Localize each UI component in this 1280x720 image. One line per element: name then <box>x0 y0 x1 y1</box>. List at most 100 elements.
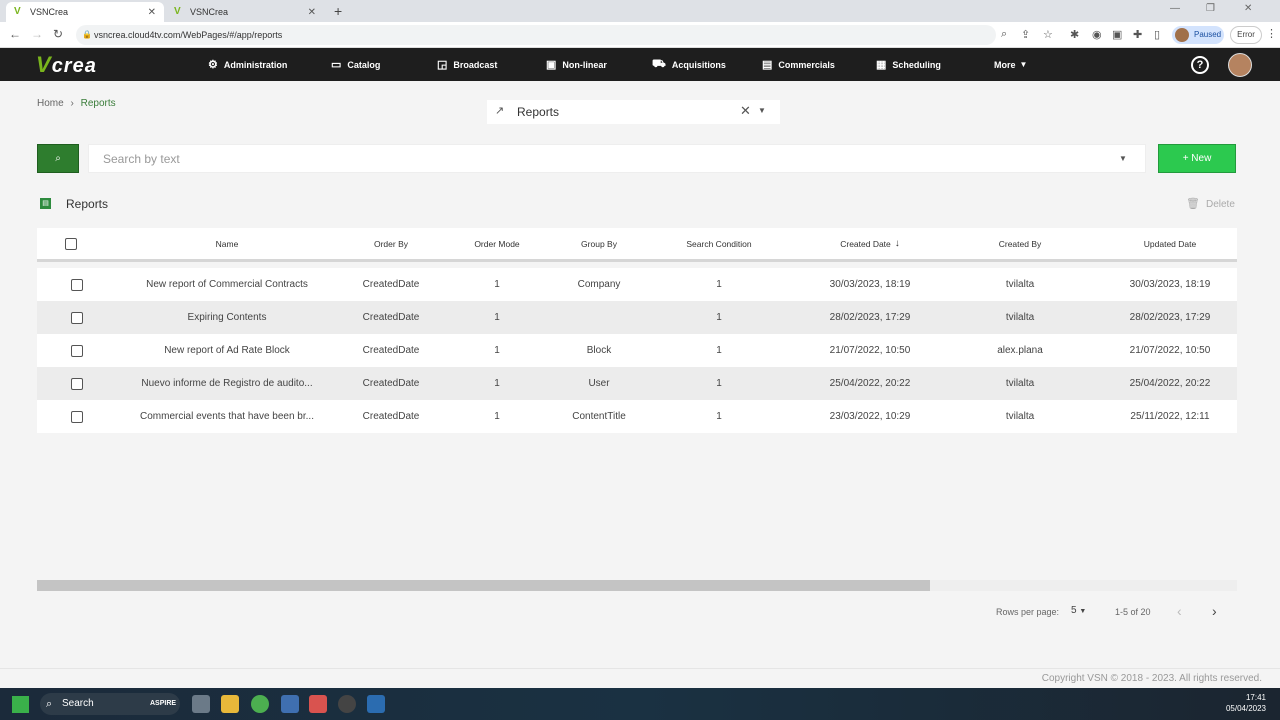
bookmark-star-icon[interactable]: ☆ <box>1043 28 1053 41</box>
table-row[interactable]: Expiring Contents CreatedDate 1 1 28/02/2023… <box>37 301 1237 334</box>
row-checkbox[interactable] <box>71 311 83 324</box>
forward-icon[interactable]: → <box>31 27 43 41</box>
taskbar-search[interactable]: ⌕ Search ASPIRE <box>40 693 180 715</box>
row-checkbox[interactable] <box>71 344 83 357</box>
nav-more[interactable]: More ▼ <box>994 48 1027 81</box>
column-header-order-by[interactable]: Order By <box>337 228 445 259</box>
column-header-created-by[interactable]: Created By <box>960 228 1080 259</box>
browser-tab[interactable]: V VSNCrea ✕ <box>166 2 324 22</box>
nav-broadcast[interactable]: ◲ Broadcast <box>437 48 497 81</box>
column-header-order-mode[interactable]: Order Mode <box>447 228 547 259</box>
side-panel-icon[interactable]: ▯ <box>1154 28 1160 41</box>
zoom-icon[interactable]: ⌕ <box>1001 28 1007 41</box>
clear-icon[interactable]: ✕ <box>740 103 751 119</box>
breadcrumb-home[interactable]: Home <box>37 98 64 109</box>
puzzle-icon[interactable]: ✚ <box>1133 28 1142 41</box>
browser-tab-active[interactable]: V VSNCrea ✕ <box>6 2 164 22</box>
cell-group-by: User <box>588 378 610 389</box>
search-input[interactable] <box>103 152 1003 166</box>
cell-group-by <box>549 301 649 334</box>
nav-label: Administration <box>223 59 288 70</box>
new-button[interactable]: + New <box>1158 144 1236 173</box>
rows-per-page-label: Rows per page: <box>996 607 1060 617</box>
help-icon[interactable]: ? <box>1191 56 1209 74</box>
nav-acquisitions[interactable]: ⛟ Acquisitions <box>652 48 726 81</box>
row-checkbox[interactable] <box>71 410 83 423</box>
taskbar-clock[interactable]: 17:41 05/04/2023 <box>1216 692 1266 714</box>
cell-created-by: tvilalta <box>1005 411 1035 422</box>
menu-kebab-icon[interactable]: ⋮ <box>1266 27 1277 40</box>
start-icon[interactable] <box>12 696 29 713</box>
search-button[interactable]: ⌕ <box>37 144 79 173</box>
nav-catalog[interactable]: ▭ Catalog <box>331 48 380 81</box>
row-checkbox[interactable] <box>71 278 83 291</box>
calendar-icon: ▦ <box>876 59 887 71</box>
table-row[interactable]: New report of Ad Rate Block CreatedDate 1 B… <box>37 334 1237 367</box>
error-button[interactable]: Error <box>1230 26 1262 44</box>
nav-non-linear[interactable]: ▣ Non-linear <box>546 48 607 81</box>
nav-administration[interactable]: ⚙ Administration <box>208 48 287 81</box>
table-row[interactable]: Commercial events that have been br... Cr… <box>37 400 1237 433</box>
page-info: 1-5 of 20 <box>1115 607 1151 617</box>
extension-icon[interactable]: ◉ <box>1092 28 1102 41</box>
reload-icon[interactable]: ↻ <box>53 27 63 41</box>
row-checkbox[interactable] <box>71 377 83 390</box>
app-header: Vcrea ⚙ Administration ▭ Catalog ◲ Broadcas… <box>0 48 1280 81</box>
extension-icon[interactable]: ▣ <box>1112 28 1122 41</box>
crea-logo[interactable]: Vcrea <box>36 52 97 78</box>
clock-time: 17:41 <box>1245 693 1266 702</box>
user-avatar[interactable] <box>1228 53 1252 77</box>
windows-taskbar: ⌕ Search ASPIRE 17:41 05/04/2023 <box>0 688 1280 720</box>
module-selector[interactable]: ↗ Reports ✕ ▼ <box>487 100 780 124</box>
lock-icon: 🔒 <box>82 30 92 39</box>
chrome-icon[interactable] <box>251 695 269 713</box>
column-header-group-by[interactable]: Group By <box>549 228 649 259</box>
cell-group-by: ContentTitle <box>572 411 626 422</box>
nav-label: Commercials <box>778 59 835 70</box>
url-text: vsncrea.cloud4tv.com/WebPages/#/app/repo… <box>94 30 283 40</box>
column-header-name[interactable]: Name <box>127 228 327 259</box>
nav-commercials[interactable]: ▤ Commercials <box>762 48 835 81</box>
nav-label: More <box>994 59 1016 70</box>
scrollbar-thumb[interactable] <box>37 580 930 591</box>
select-all-checkbox[interactable] <box>65 237 77 250</box>
extension-icon[interactable]: ✱ <box>1070 28 1079 41</box>
caret-down-icon[interactable]: ▼ <box>758 106 766 115</box>
app-icon[interactable] <box>309 695 327 713</box>
share-icon[interactable]: ⇪ <box>1021 28 1030 41</box>
back-icon[interactable]: ← <box>9 27 21 41</box>
word-icon[interactable] <box>367 695 385 713</box>
column-header-search-condition[interactable]: Search Condition <box>659 228 779 259</box>
browser-toolbar: ← → ↻ 🔒 vsncrea.cloud4tv.com/WebPages/#/… <box>0 22 1280 48</box>
previous-page-icon[interactable]: ‹ <box>1177 603 1182 619</box>
file-explorer-icon[interactable] <box>221 695 239 713</box>
delete-button[interactable]: 🗑 Delete <box>1186 197 1235 210</box>
restore-icon[interactable]: ❐ <box>1206 3 1215 14</box>
task-view-icon[interactable] <box>192 695 210 713</box>
new-tab-icon[interactable]: + <box>334 3 342 19</box>
row-select-cell <box>65 400 89 433</box>
app-icon[interactable] <box>281 695 299 713</box>
close-tab-icon[interactable]: ✕ <box>308 7 316 18</box>
cell-order-by: CreatedDate <box>362 279 420 290</box>
table-row[interactable]: New report of Commercial Contracts Create… <box>37 268 1237 301</box>
row-select-cell <box>65 334 89 367</box>
cell-created-date: 21/07/2022, 10:50 <box>829 345 911 356</box>
table-row[interactable]: Nuevo informe de Registro de audito... Cr… <box>37 367 1237 400</box>
profile-button[interactable]: Paused <box>1172 26 1224 44</box>
close-window-icon[interactable]: ✕ <box>1244 3 1252 14</box>
column-header-created-date[interactable]: Created Date ↓ <box>800 228 940 259</box>
caret-down-icon[interactable]: ▼ <box>1119 154 1127 163</box>
row-select-cell <box>65 268 89 301</box>
address-bar[interactable]: 🔒 vsncrea.cloud4tv.com/WebPages/#/app/re… <box>76 25 996 45</box>
nav-label: Acquisitions <box>671 59 726 70</box>
breadcrumb-current[interactable]: Reports <box>81 98 116 109</box>
close-tab-icon[interactable]: ✕ <box>148 7 156 18</box>
next-page-icon[interactable]: › <box>1212 603 1217 619</box>
column-header-updated-date[interactable]: Updated Date <box>1100 228 1240 259</box>
minimize-icon[interactable]: — <box>1170 3 1180 14</box>
rows-per-page-select[interactable]: 5 ▼ <box>1071 605 1086 616</box>
nav-scheduling[interactable]: ▦ Scheduling <box>876 48 941 81</box>
obs-icon[interactable] <box>338 695 356 713</box>
horizontal-scrollbar[interactable] <box>37 580 1237 591</box>
